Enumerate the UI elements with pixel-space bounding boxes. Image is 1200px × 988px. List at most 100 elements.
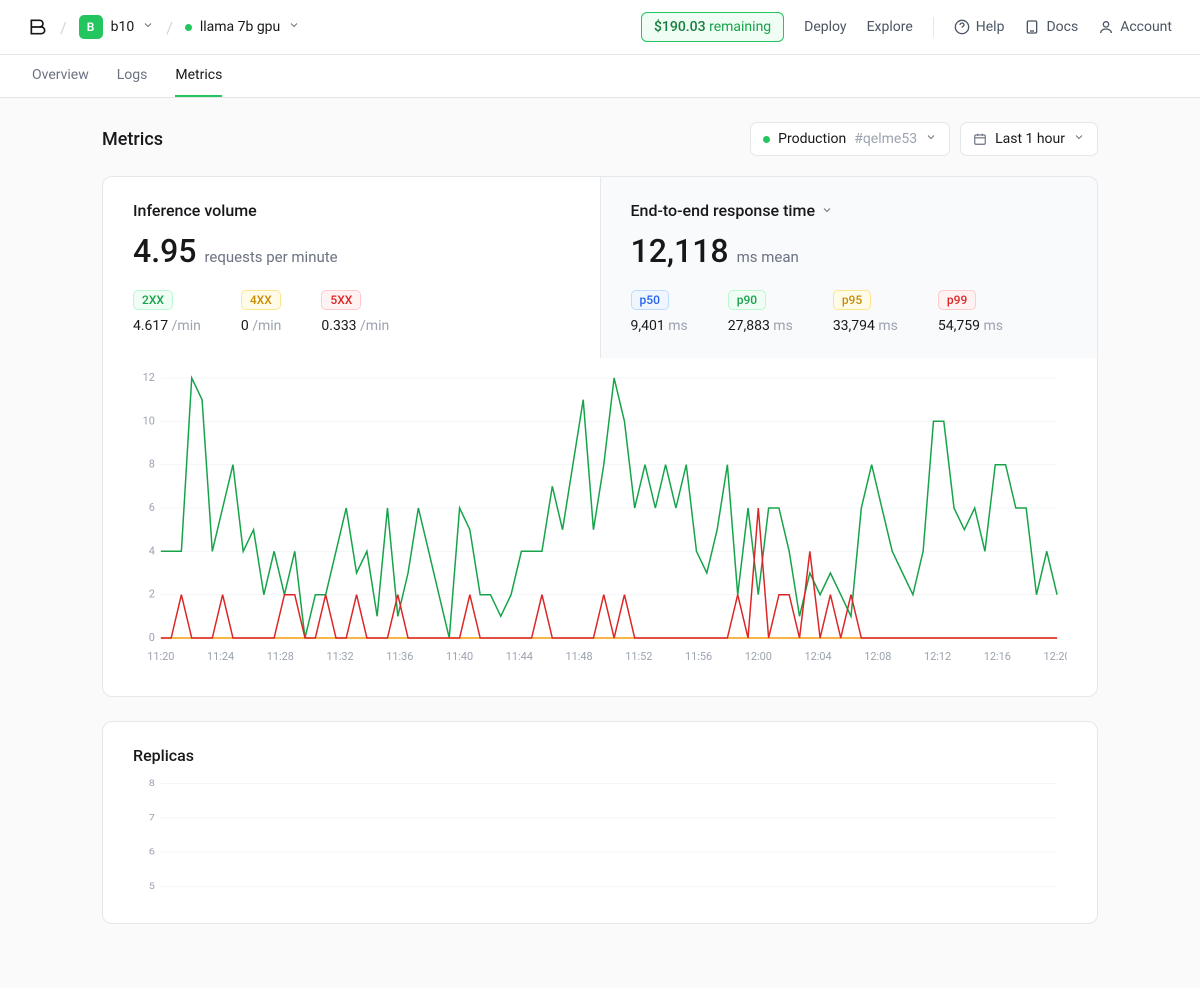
account-link[interactable]: Account	[1098, 19, 1172, 35]
chevron-down-icon	[142, 19, 154, 35]
timerange-selector[interactable]: Last 1 hour	[960, 122, 1098, 156]
stat-value: 27,883 ms	[728, 318, 793, 334]
breadcrumb: / B b10 / llama 7b gpu	[28, 15, 300, 39]
svg-text:12: 12	[143, 371, 155, 384]
svg-text:8: 8	[149, 458, 155, 471]
stat-item: p50 9,401 ms	[631, 290, 688, 334]
stat-item: p95 33,794 ms	[833, 290, 898, 334]
replicas-card: Replicas 5 6 7 8	[102, 721, 1098, 924]
status-badge: p95	[833, 290, 871, 310]
status-badge: p90	[728, 290, 766, 310]
inference-unit: requests per minute	[204, 248, 337, 266]
org-name: b10	[111, 19, 135, 35]
stat-item: 2XX 4.617 /min	[133, 290, 201, 334]
docs-link[interactable]: Docs	[1024, 19, 1078, 35]
inference-panel: Inference volume 4.95 requests per minut…	[103, 177, 600, 358]
chevron-down-icon	[288, 19, 300, 35]
org-selector[interactable]: B b10	[79, 15, 155, 39]
env-hash: #qelme53	[854, 131, 917, 147]
svg-text:5: 5	[149, 882, 155, 892]
balance-label: remaining	[709, 19, 771, 35]
svg-text:12:04: 12:04	[804, 650, 831, 663]
svg-text:7: 7	[149, 813, 155, 823]
replicas-title: Replicas	[133, 746, 1067, 765]
stat-item: p99 54,759 ms	[938, 290, 1003, 334]
svg-text:11:48: 11:48	[565, 650, 592, 663]
stat-value: 0.333 /min	[321, 318, 389, 334]
svg-text:6: 6	[149, 847, 155, 857]
stat-value: 4.617 /min	[133, 318, 201, 334]
env-label: Production	[778, 131, 846, 147]
divider	[933, 17, 934, 37]
chevron-down-icon	[1073, 131, 1085, 147]
inference-value: 4.95	[133, 232, 196, 270]
svg-text:12:16: 12:16	[984, 650, 1011, 663]
chevron-down-icon	[925, 131, 937, 147]
header-actions: $190.03 remaining Deploy Explore Help Do…	[641, 12, 1172, 42]
tab-metrics[interactable]: Metrics	[175, 55, 222, 97]
svg-text:6: 6	[149, 501, 155, 514]
svg-text:12:00: 12:00	[745, 650, 772, 663]
status-badge: 5XX	[321, 290, 361, 310]
book-icon	[1024, 19, 1040, 35]
model-name: llama 7b gpu	[200, 19, 280, 35]
model-selector[interactable]: llama 7b gpu	[185, 19, 300, 35]
svg-text:11:56: 11:56	[685, 650, 712, 663]
stat-value: 9,401 ms	[631, 318, 688, 334]
balance-badge[interactable]: $190.03 remaining	[641, 12, 784, 42]
status-badge: 2XX	[133, 290, 173, 310]
breadcrumb-separator: /	[166, 18, 173, 37]
svg-text:11:24: 11:24	[207, 650, 234, 663]
response-unit: ms mean	[737, 248, 799, 266]
svg-text:12:12: 12:12	[924, 650, 951, 663]
page-header: Metrics Production #qelme53 Last 1 hour	[102, 122, 1098, 156]
response-panel: End-to-end response time 12,118 ms mean …	[600, 177, 1098, 358]
org-avatar: B	[79, 15, 103, 39]
stat-value: 33,794 ms	[833, 318, 898, 334]
svg-text:11:36: 11:36	[386, 650, 413, 663]
status-dot-icon	[763, 136, 770, 143]
stat-item: p90 27,883 ms	[728, 290, 793, 334]
status-badge: 4XX	[241, 290, 281, 310]
explore-link[interactable]: Explore	[867, 19, 913, 35]
status-dot-icon	[185, 24, 192, 31]
svg-text:11:28: 11:28	[267, 650, 294, 663]
response-title[interactable]: End-to-end response time	[631, 201, 1068, 220]
replicas-chart: 5 6 7 8	[103, 765, 1097, 923]
app-header: / B b10 / llama 7b gpu $190.03 remaining…	[0, 0, 1200, 55]
environment-selector[interactable]: Production #qelme53	[750, 122, 950, 156]
svg-text:11:32: 11:32	[326, 650, 353, 663]
svg-text:11:52: 11:52	[625, 650, 652, 663]
deploy-link[interactable]: Deploy	[804, 19, 846, 35]
svg-text:2: 2	[149, 588, 155, 601]
svg-text:11:40: 11:40	[446, 650, 473, 663]
svg-text:4: 4	[149, 544, 155, 557]
chevron-down-icon	[821, 201, 833, 220]
svg-text:12:20: 12:20	[1043, 650, 1067, 663]
tabs: Overview Logs Metrics	[0, 55, 1200, 98]
svg-text:8: 8	[149, 779, 155, 789]
svg-text:0: 0	[149, 631, 155, 644]
tab-logs[interactable]: Logs	[117, 55, 148, 97]
stat-item: 5XX 0.333 /min	[321, 290, 389, 334]
stat-value: 54,759 ms	[938, 318, 1003, 334]
calendar-icon	[973, 132, 987, 146]
user-icon	[1098, 19, 1114, 35]
svg-text:11:20: 11:20	[147, 650, 174, 663]
logo-icon[interactable]	[28, 17, 48, 37]
svg-text:11:44: 11:44	[506, 650, 533, 663]
response-value: 12,118	[631, 232, 729, 270]
svg-text:12:08: 12:08	[864, 650, 891, 663]
stat-item: 4XX 0 /min	[241, 290, 282, 334]
tab-overview[interactable]: Overview	[32, 55, 89, 97]
stat-value: 0 /min	[241, 318, 282, 334]
breadcrumb-separator: /	[60, 18, 67, 37]
balance-amount: $190.03	[654, 19, 706, 35]
timerange-label: Last 1 hour	[995, 131, 1065, 147]
inference-title: Inference volume	[133, 201, 570, 220]
help-icon	[954, 19, 970, 35]
svg-text:10: 10	[143, 414, 155, 427]
inference-chart: 0 2 4 6 8 10 12 11:20 11:24 11:28 11:32 11:36 11:40 1…	[103, 358, 1097, 696]
help-link[interactable]: Help	[954, 19, 1005, 35]
status-badge: p99	[938, 290, 976, 310]
